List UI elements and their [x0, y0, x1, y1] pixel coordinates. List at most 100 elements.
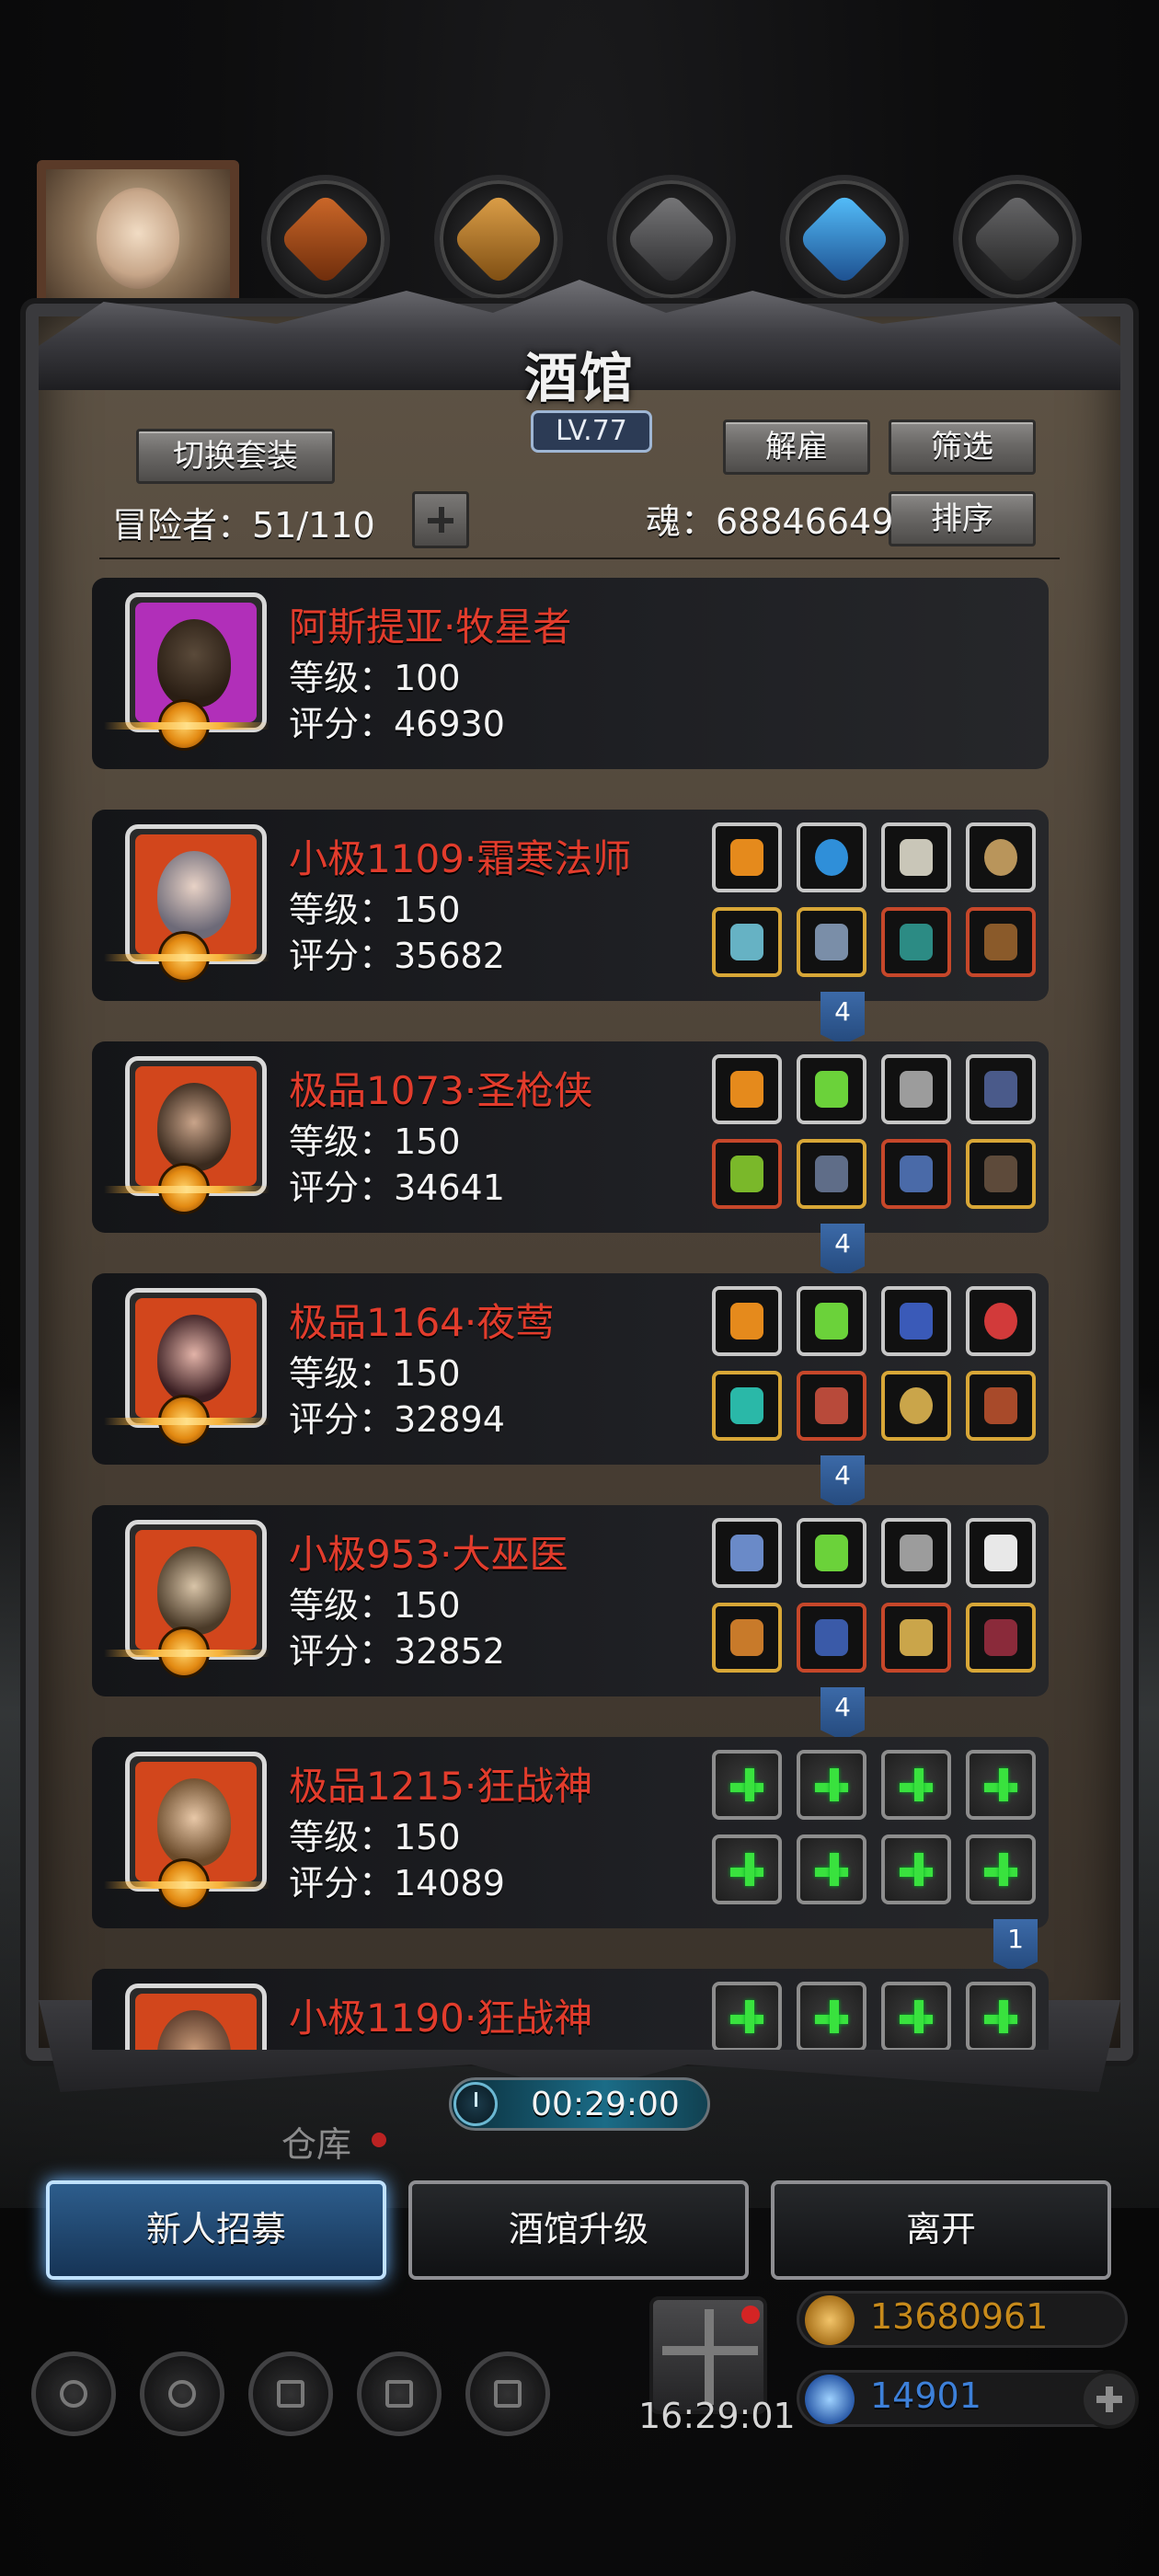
empty-slot-plus-icon[interactable] [881, 1982, 951, 2050]
hero-name: 极品1215·狂战神 [289, 1764, 593, 1809]
equipment-grid [712, 1750, 1043, 1915]
cloak-icon[interactable] [797, 1603, 866, 1673]
chainmail-icon[interactable] [881, 1054, 951, 1124]
tavern-upgrade-button[interactable]: 酒馆升级 [408, 2180, 749, 2280]
set-count-tag: 4 [820, 1224, 865, 1277]
hero-rank-emblem [104, 699, 270, 751]
filter-button[interactable]: 筛选 [889, 420, 1036, 475]
star-badge-icon[interactable] [140, 2352, 224, 2436]
hero-level: 等级：150 [289, 1121, 461, 1162]
empty-slot-plus-icon[interactable] [881, 1834, 951, 1904]
hero-level: 等级：150 [289, 1353, 461, 1394]
equipment-grid [712, 822, 1043, 988]
sort-button[interactable]: 排序 [889, 491, 1036, 546]
equipment-slot-shortcut[interactable] [434, 175, 563, 304]
hero-rank-emblem [104, 1858, 270, 1910]
hero-row[interactable]: 极品1164·夜莺 等级：150 评分：32894 [92, 1273, 1049, 1465]
add-adventurer-slot-button[interactable] [412, 491, 469, 548]
hero-row[interactable]: 阿斯提亚·牧星者 等级：100 评分：46930 [92, 578, 1049, 769]
settings-gear-icon[interactable] [31, 2352, 116, 2436]
vial-icon[interactable] [797, 1371, 866, 1441]
crystal-icon[interactable] [797, 1518, 866, 1588]
empty-slot-plus-icon[interactable] [966, 1750, 1036, 1820]
staff-icon[interactable] [712, 907, 782, 977]
equipment-slot-shortcut[interactable] [261, 175, 390, 304]
hero-score: 评分：34641 [289, 1167, 505, 1208]
hero-rank-emblem [104, 1163, 270, 1214]
hero-score: 评分：32894 [289, 1399, 505, 1440]
orb-icon[interactable] [797, 822, 866, 892]
ring-icon[interactable] [881, 1371, 951, 1441]
hero-list[interactable]: 阿斯提亚·牧星者 等级：100 评分：46930 小极1109·霜寒法师 等级：… [92, 578, 1067, 2050]
hero-row[interactable]: 极品1073·圣枪侠 等级：150 评分：34641 [92, 1041, 1049, 1233]
wing-icon[interactable] [966, 1518, 1036, 1588]
leave-button[interactable]: 离开 [771, 2180, 1111, 2280]
gauntlet-icon[interactable] [881, 1139, 951, 1209]
switch-outfit-button[interactable]: 切换套装 [136, 429, 335, 484]
dismiss-button[interactable]: 解雇 [723, 420, 870, 475]
map-icon[interactable] [465, 2352, 550, 2436]
equipment-grid [712, 1518, 1043, 1684]
hero-row[interactable]: 极品1215·狂战神 等级：150 评分：14089 [92, 1737, 1049, 1928]
spiked-crown-icon[interactable] [881, 1603, 951, 1673]
scepter-icon[interactable] [712, 1603, 782, 1673]
empty-slot-plus-icon[interactable] [712, 1982, 782, 2050]
dagger-icon[interactable] [712, 1371, 782, 1441]
beast-mask-icon[interactable] [966, 1603, 1036, 1673]
hero-row[interactable]: 小极953·大巫医 等级：150 评分：32852 [92, 1505, 1049, 1696]
chainmail-icon[interactable] [881, 1518, 951, 1588]
hero-row[interactable]: 小极1109·霜寒法师 等级：150 评分：35682 [92, 810, 1049, 1001]
gold-amount: 13680961 [870, 2296, 1049, 2337]
robe-icon[interactable] [797, 907, 866, 977]
helmet-icon[interactable] [966, 1139, 1036, 1209]
empty-slot-plus-icon[interactable] [797, 1750, 866, 1820]
charm-icon[interactable] [966, 1371, 1036, 1441]
book-icon[interactable] [966, 907, 1036, 977]
equipment-slot-shortcut[interactable] [607, 175, 736, 304]
gloves-icon[interactable] [881, 907, 951, 977]
bracelet-icon[interactable] [712, 1518, 782, 1588]
crown-icon[interactable] [712, 822, 782, 892]
armor-icon[interactable] [797, 1139, 866, 1209]
pendant-icon[interactable] [966, 1286, 1036, 1356]
empty-slot-plus-icon[interactable] [966, 1982, 1036, 2050]
empty-slot-plus-icon[interactable] [712, 1750, 782, 1820]
soul-count: 魂：68846649 [646, 501, 894, 542]
amulet-icon[interactable] [966, 822, 1036, 892]
mail-icon[interactable] [357, 2352, 442, 2436]
empty-slot-plus-icon[interactable] [966, 1834, 1036, 1904]
equipment-slot-shortcut[interactable] [780, 175, 909, 304]
empty-slot-plus-icon[interactable] [712, 1834, 782, 1904]
hero-score: 评分：46930 [289, 704, 505, 744]
panel-divider [99, 558, 1060, 559]
recruit-button[interactable]: 新人招募 [46, 2180, 386, 2280]
crown-icon[interactable] [712, 1286, 782, 1356]
empty-slot-plus-icon[interactable] [797, 1982, 866, 2050]
triangle-rune-icon[interactable] [966, 1054, 1036, 1124]
hero-name: 极品1073·圣枪侠 [289, 1068, 593, 1113]
mask-icon[interactable] [881, 1286, 951, 1356]
equipment-slot-shortcut[interactable] [953, 175, 1082, 304]
equipment-grid [712, 1982, 1043, 2050]
add-gems-plus-icon[interactable] [1080, 2370, 1139, 2429]
necklace-icon[interactable] [881, 822, 951, 892]
refresh-timer: 00:29:00 [449, 2077, 710, 2131]
rifle-icon[interactable] [712, 1139, 782, 1209]
crown-icon[interactable] [712, 1054, 782, 1124]
hero-row[interactable]: 小极1190·狂战神 [92, 1969, 1049, 2050]
hero-level: 等级：150 [289, 1817, 461, 1857]
gift-timer: 16:29:01 [638, 2396, 796, 2436]
hero-score: 评分：35682 [289, 936, 505, 976]
crystal-icon[interactable] [797, 1286, 866, 1356]
crystal-icon[interactable] [797, 1054, 866, 1124]
equipment-grid [712, 1286, 1043, 1452]
warehouse-label[interactable]: 仓库 [281, 2116, 351, 2167]
notification-dot [372, 2133, 386, 2147]
guild-icon[interactable] [248, 2352, 333, 2436]
gem-amount: 14901 [870, 2375, 981, 2416]
empty-slot-plus-icon[interactable] [797, 1834, 866, 1904]
panel-title: 酒馆 [523, 347, 635, 409]
hero-name: 小极1109·霜寒法师 [289, 836, 632, 881]
notification-dot [741, 2306, 760, 2324]
empty-slot-plus-icon[interactable] [881, 1750, 951, 1820]
